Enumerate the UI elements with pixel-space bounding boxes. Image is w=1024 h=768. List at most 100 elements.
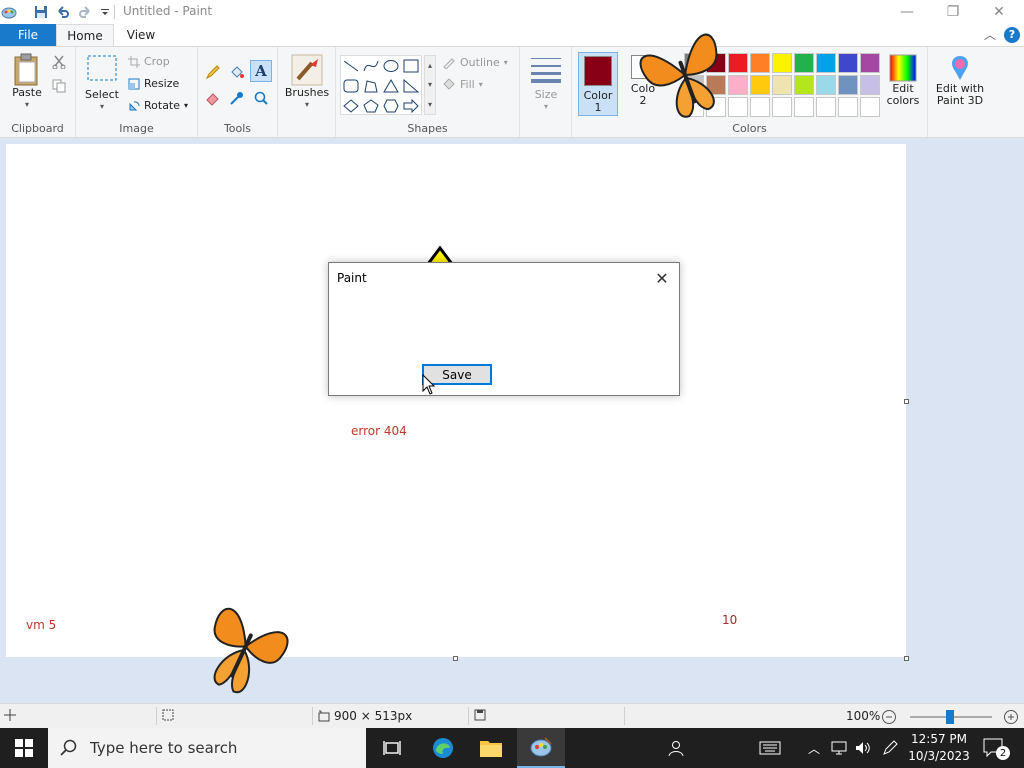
resize-handle-corner[interactable]: [904, 656, 909, 661]
notification-count-badge: 2: [996, 746, 1010, 760]
customize-toolbar-icon[interactable]: [96, 3, 114, 21]
file-explorer-icon[interactable]: [467, 728, 515, 768]
undo-icon[interactable]: [54, 3, 72, 21]
system-clock[interactable]: 12:57 PM 10/3/2023: [908, 731, 970, 765]
rectangle-shape-icon[interactable]: [401, 56, 421, 76]
paint-app-icon[interactable]: [0, 3, 18, 21]
window-title: Untitled - Paint: [123, 4, 213, 18]
brushes-dropdown-icon: ▾: [304, 100, 309, 109]
outline-button[interactable]: Outline ▾: [442, 55, 508, 69]
color1-button[interactable]: Color 1: [578, 52, 618, 116]
palette-swatch[interactable]: [750, 75, 770, 95]
palette-swatch[interactable]: [794, 53, 814, 73]
eraser-icon[interactable]: [202, 87, 224, 109]
tab-view[interactable]: View: [114, 24, 168, 46]
select-icon: [87, 55, 117, 81]
palette-swatch[interactable]: [772, 97, 792, 117]
file-size-icon: [474, 709, 486, 721]
tab-file[interactable]: File: [0, 24, 56, 46]
fill-icon[interactable]: [226, 61, 248, 83]
palette-swatch[interactable]: [838, 97, 858, 117]
palette-swatch[interactable]: [794, 75, 814, 95]
palette-swatch[interactable]: [772, 75, 792, 95]
palette-swatch[interactable]: [772, 53, 792, 73]
minimize-button[interactable]: —: [884, 0, 930, 24]
resize-handle-bottom[interactable]: [453, 656, 458, 661]
pen-icon[interactable]: [878, 728, 902, 768]
start-button[interactable]: [0, 728, 48, 768]
dialog-close-icon[interactable]: ✕: [651, 267, 673, 289]
oval-shape-icon[interactable]: [381, 56, 401, 76]
title-bar: Untitled - Paint — ❐ ✕: [0, 0, 1024, 24]
people-icon[interactable]: [660, 728, 692, 768]
status-bar: 900 × 513px 100%: [0, 703, 1024, 728]
collapse-ribbon-icon[interactable]: ︿: [984, 26, 996, 43]
edit-with-paint3d-button[interactable]: Edit with Paint 3D: [934, 53, 986, 107]
tab-home[interactable]: Home: [56, 24, 114, 46]
canvas-size: 900 × 513px: [318, 709, 412, 723]
scroll-down-icon[interactable]: ▾: [428, 80, 432, 89]
hexagon-shape-icon[interactable]: [381, 96, 401, 116]
magnifier-icon[interactable]: [250, 87, 272, 109]
right-triangle-shape-icon[interactable]: [401, 76, 421, 96]
tools-group-label: Tools: [223, 122, 252, 135]
pencil-icon[interactable]: [202, 61, 224, 83]
palette-swatch[interactable]: [816, 97, 836, 117]
close-button[interactable]: ✕: [976, 0, 1022, 24]
pentagon-shape-icon[interactable]: [361, 96, 381, 116]
zoom-out-icon[interactable]: [881, 709, 897, 725]
keyboard-icon[interactable]: [754, 728, 786, 768]
text-icon[interactable]: A: [250, 60, 272, 82]
line-shape-icon[interactable]: [341, 56, 361, 76]
palette-swatch[interactable]: [838, 53, 858, 73]
shapes-group-label: Shapes: [407, 122, 448, 135]
diamond-shape-icon[interactable]: [341, 96, 361, 116]
palette-swatch[interactable]: [794, 97, 814, 117]
palette-swatch[interactable]: [750, 97, 770, 117]
shapes-scrollbar[interactable]: ▴ ▾ ▾: [424, 55, 436, 115]
select-button[interactable]: Select ▾: [82, 53, 122, 113]
network-icon[interactable]: [828, 728, 850, 768]
save-icon[interactable]: [32, 3, 50, 21]
palette-swatch[interactable]: [860, 53, 880, 73]
zoom-in-icon[interactable]: [1003, 709, 1019, 725]
more-shapes-icon[interactable]: ▾: [428, 100, 432, 109]
scroll-up-icon[interactable]: ▴: [428, 61, 432, 70]
arrow-shape-icon[interactable]: [401, 96, 421, 116]
resize-handle-right[interactable]: [904, 399, 909, 404]
zoom-slider-thumb[interactable]: [946, 710, 954, 724]
color-picker-icon[interactable]: [226, 87, 248, 109]
triangle-shape-icon[interactable]: [381, 76, 401, 96]
palette-swatch[interactable]: [816, 53, 836, 73]
rounded-rectangle-shape-icon[interactable]: [341, 76, 361, 96]
cut-icon[interactable]: [48, 51, 70, 73]
copy-icon[interactable]: [48, 75, 70, 97]
palette-swatch[interactable]: [860, 75, 880, 95]
size-button[interactable]: Size ▾: [526, 55, 566, 113]
crop-button[interactable]: Crop: [128, 55, 170, 68]
polygon-shape-icon[interactable]: [361, 76, 381, 96]
redo-icon[interactable]: [76, 3, 94, 21]
paste-button[interactable]: Paste ▾: [8, 53, 46, 111]
edit-colors-button[interactable]: Edit colors: [880, 53, 926, 107]
paste-icon: [14, 53, 38, 86]
help-icon[interactable]: ?: [1004, 26, 1020, 43]
maximize-button[interactable]: ❐: [930, 0, 976, 24]
brushes-button[interactable]: Brushes ▾: [284, 53, 330, 111]
task-view-icon[interactable]: [368, 728, 416, 768]
edge-browser-icon[interactable]: [419, 728, 467, 768]
paint-taskbar-icon[interactable]: [517, 728, 565, 768]
resize-button[interactable]: Resize: [128, 77, 179, 90]
palette-swatch[interactable]: [816, 75, 836, 95]
drawing-canvas[interactable]: error 404 vm 5 10: [6, 144, 906, 657]
taskbar-search-box[interactable]: Type here to search: [48, 728, 366, 768]
fill-button[interactable]: Fill ▾: [442, 77, 483, 91]
show-hidden-icons-icon[interactable]: ︿: [804, 728, 824, 768]
palette-swatch[interactable]: [838, 75, 858, 95]
volume-icon[interactable]: [852, 728, 874, 768]
action-center-icon[interactable]: 2: [978, 728, 1010, 768]
palette-swatch[interactable]: [860, 97, 880, 117]
palette-swatch[interactable]: [750, 53, 770, 73]
rotate-button[interactable]: Rotate ▾: [128, 99, 188, 112]
curve-shape-icon[interactable]: [361, 56, 381, 76]
